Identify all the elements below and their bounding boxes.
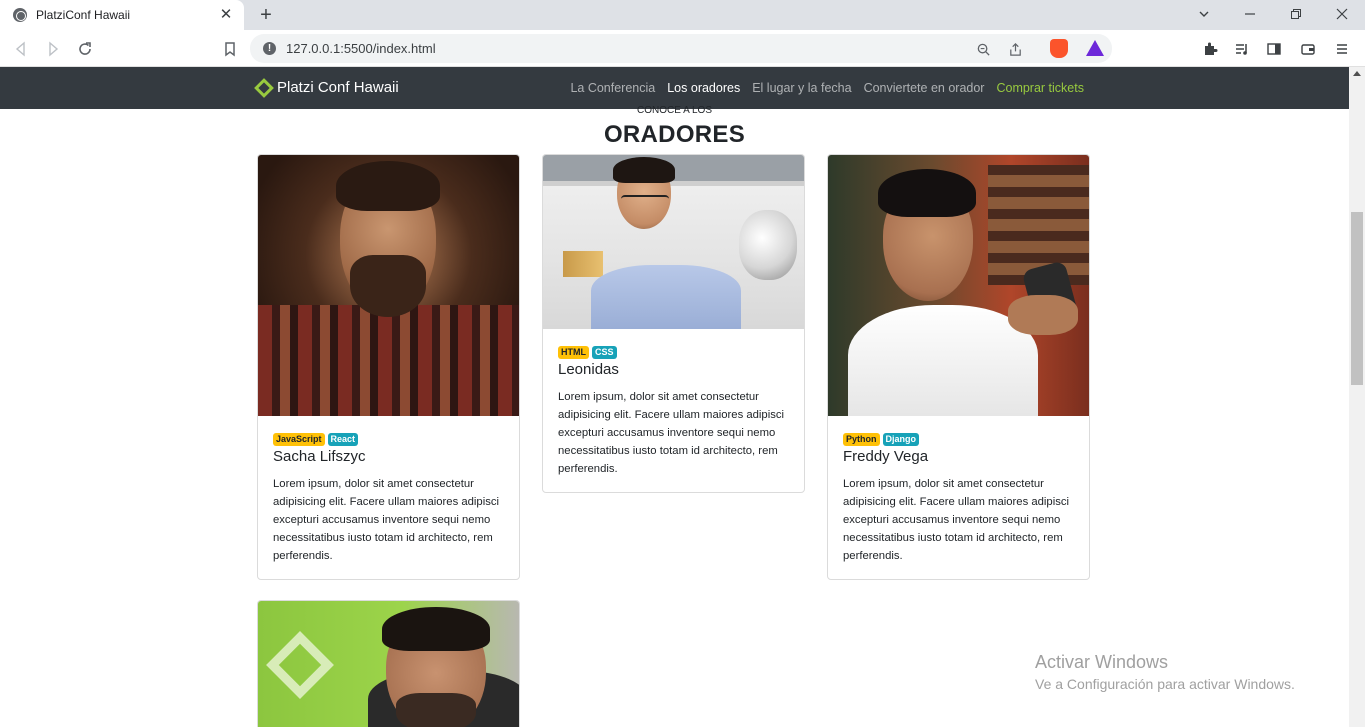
new-tab-button[interactable]: + xyxy=(255,4,277,26)
nav-link-comprar-tickets[interactable]: Comprar tickets xyxy=(996,81,1084,95)
scroll-thumb[interactable] xyxy=(1351,212,1363,385)
share-icon[interactable] xyxy=(1006,40,1024,58)
site-info-icon[interactable]: ! xyxy=(263,42,276,55)
minimize-icon[interactable] xyxy=(1239,4,1261,26)
speaker-photo xyxy=(543,155,804,329)
section-title: ORADORES xyxy=(603,121,746,148)
nav-link-conferencia[interactable]: La Conferencia xyxy=(570,81,655,95)
zoom-icon[interactable] xyxy=(974,40,992,58)
wallet-icon[interactable] xyxy=(1297,38,1319,60)
skill-badge: Django xyxy=(882,433,919,446)
nav-link-oradores[interactable]: Los oradores xyxy=(667,81,740,95)
speaker-bio: Lorem ipsum, dolor sit amet consectetur … xyxy=(843,478,1070,562)
speaker-bio: Lorem ipsum, dolor sit amet consectetur … xyxy=(558,391,785,475)
watermark-title: Activar Windows xyxy=(1035,652,1169,672)
nav-links: La Conferencia Los oradores El lugar y l… xyxy=(570,81,1084,95)
scroll-up-arrow-icon[interactable] xyxy=(1353,71,1361,76)
sidebar-icon[interactable] xyxy=(1263,38,1285,60)
tab-search-chevron-icon[interactable] xyxy=(1193,4,1215,26)
speaker-card: JavaScript React Sacha Lifszyc Lorem ips… xyxy=(257,154,520,580)
speaker-name: Freddy Vega xyxy=(843,448,929,465)
extensions-icon[interactable] xyxy=(1199,38,1221,60)
skill-badge: Python xyxy=(843,433,880,446)
speaker-photo xyxy=(258,601,519,727)
skill-badge: React xyxy=(327,433,359,446)
speaker-photo xyxy=(258,155,519,416)
browser-tab[interactable]: PlatziConf Hawaii ✕ xyxy=(0,0,244,30)
speaker-photo xyxy=(828,155,1089,416)
bookmark-icon[interactable] xyxy=(219,38,241,60)
speaker-card: HTML CSS Leonidas Lorem ipsum, dolor sit… xyxy=(542,154,805,493)
nav-link-lugar-fecha[interactable]: El lugar y la fecha xyxy=(752,81,851,95)
speaker-card: Python Django Freddy Vega Lorem ipsum, d… xyxy=(827,154,1090,580)
skill-badge: HTML xyxy=(558,346,589,359)
nav-link-conviertete-orador[interactable]: Conviertete en orador xyxy=(864,81,985,95)
browser-tabstrip: PlatziConf Hawaii ✕ + xyxy=(0,0,1365,30)
browser-toolbar: ! 127.0.0.1:5500/index.html xyxy=(0,30,1365,67)
skill-badge: JavaScript xyxy=(273,433,325,446)
brand-link[interactable]: Platzi Conf Hawaii xyxy=(254,77,399,98)
brave-shields-icon[interactable] xyxy=(1050,39,1068,58)
media-queue-icon[interactable] xyxy=(1231,38,1253,60)
speaker-name: Sacha Lifszyc xyxy=(273,448,366,465)
speaker-card xyxy=(257,600,520,727)
windows-activation-watermark: Activar Windows Ve a Configuración para … xyxy=(1035,652,1295,692)
forward-icon[interactable] xyxy=(42,38,64,60)
page-viewport: Platzi Conf Hawaii La Conferencia Los or… xyxy=(0,67,1349,727)
watermark-subtitle: Ve a Configuración para activar Windows. xyxy=(1035,676,1295,692)
tab-close-icon[interactable]: ✕ xyxy=(218,7,234,23)
menu-icon[interactable] xyxy=(1331,38,1353,60)
globe-icon xyxy=(13,8,27,22)
skill-badge: CSS xyxy=(592,346,617,359)
speaker-bio: Lorem ipsum, dolor sit amet consectetur … xyxy=(273,478,500,562)
restore-icon[interactable] xyxy=(1285,4,1307,26)
speaker-name: Leonidas xyxy=(558,361,619,378)
platzi-logo-icon xyxy=(254,77,274,98)
close-window-icon[interactable] xyxy=(1331,4,1353,26)
tab-title: PlatziConf Hawaii xyxy=(36,8,131,22)
url-text[interactable]: 127.0.0.1:5500/index.html xyxy=(286,41,436,56)
brave-rewards-icon[interactable] xyxy=(1086,40,1104,56)
reload-icon[interactable] xyxy=(74,38,96,60)
brand-text: Platzi Conf Hawaii xyxy=(277,79,399,96)
back-icon[interactable] xyxy=(10,38,32,60)
section-eyebrow: CONOCE A LOS xyxy=(636,105,713,116)
site-navbar: Platzi Conf Hawaii La Conferencia Los or… xyxy=(0,67,1349,109)
page-scrollbar[interactable] xyxy=(1349,67,1365,727)
address-bar[interactable]: ! 127.0.0.1:5500/index.html xyxy=(250,34,1112,63)
